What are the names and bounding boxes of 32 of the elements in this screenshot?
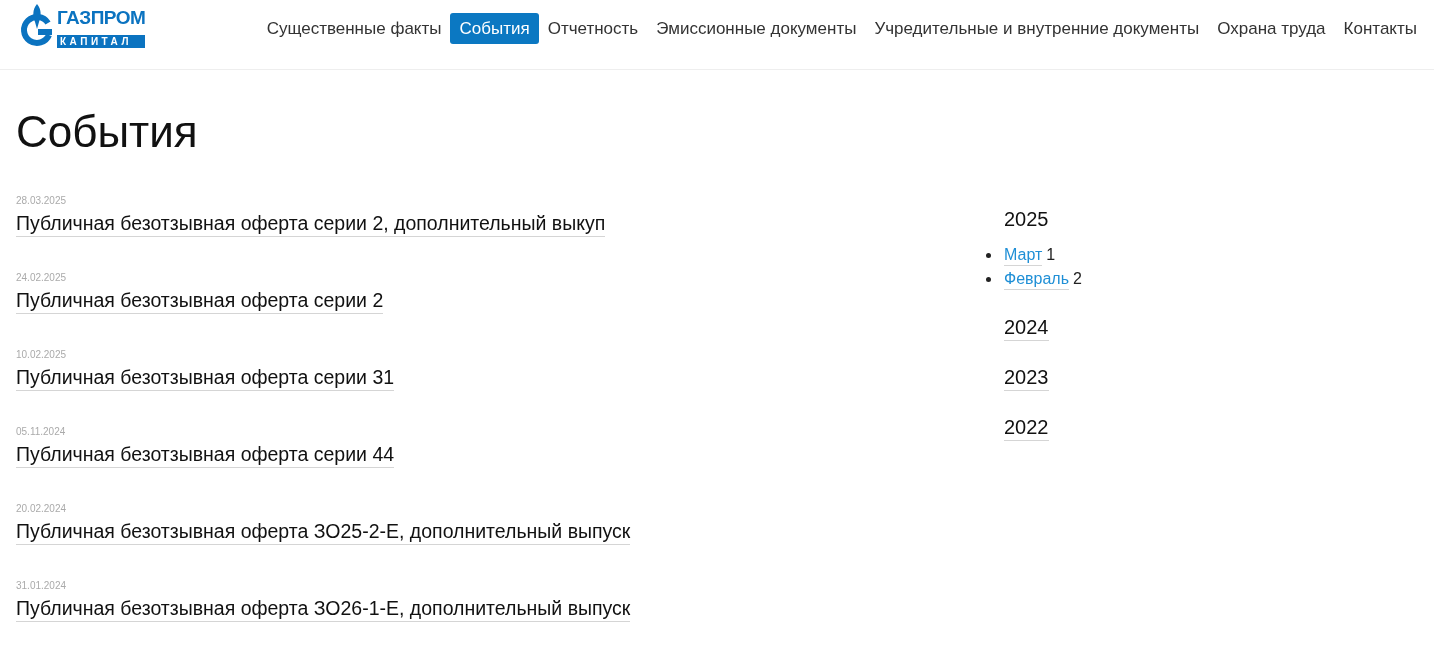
event-link[interactable]: Публичная безотзывная оферта ЗО25-2-Е, дополнительный выпуск	[16, 518, 631, 545]
nav-link[interactable]: Отчетность	[538, 13, 648, 44]
logo-wordmark: ГАЗПРОМ	[57, 6, 146, 30]
year-link[interactable]: 2024	[1004, 314, 1049, 341]
nav-link[interactable]: Существенные факты	[257, 13, 451, 44]
nav-link[interactable]: Учредительные и внутренние документы	[865, 13, 1209, 44]
nav-link[interactable]: Охрана труда	[1208, 13, 1335, 44]
month-link[interactable]: Февраль	[1004, 268, 1070, 290]
event-link[interactable]: Публичная безотзывная оферта серии 2	[16, 287, 384, 314]
event-date: 10.02.2025	[16, 349, 67, 361]
event-date: 31.01.2024	[16, 580, 67, 592]
month-count: 1	[1046, 245, 1056, 265]
event-link[interactable]: Публичная безотзывная оферта серии 31	[16, 364, 395, 391]
year-link[interactable]: 2022	[1004, 414, 1049, 441]
event-date: 28.03.2025	[16, 195, 67, 207]
bullet-icon	[986, 252, 991, 258]
bullet-icon	[986, 276, 991, 282]
event-link[interactable]: Публичная безотзывная оферта серии 2, дополнительный выкуп	[16, 210, 606, 237]
event-date: 20.02.2024	[16, 503, 67, 515]
event-link[interactable]: Публичная безотзывная оферта ЗО26-1-Е, дополнительный выпуск	[16, 595, 631, 622]
event-date: 05.11.2024	[16, 426, 66, 438]
month-count: 2	[1073, 269, 1082, 289]
event-link[interactable]: Публичная безотзывная оферта серии 44	[16, 441, 395, 468]
logo-subtitle: КАПИТАЛ	[57, 35, 146, 48]
year-link[interactable]: 2025	[1004, 206, 1049, 232]
event-date: 24.02.2025	[16, 272, 67, 284]
year-link[interactable]: 2023	[1004, 364, 1049, 391]
month-link[interactable]: Март	[1004, 244, 1043, 266]
nav-link[interactable]: Эмиссионные документы	[647, 13, 866, 44]
page-title: События	[16, 106, 198, 158]
nav-link[interactable]: Контакты	[1334, 13, 1426, 44]
nav-link[interactable]: События	[450, 13, 539, 44]
